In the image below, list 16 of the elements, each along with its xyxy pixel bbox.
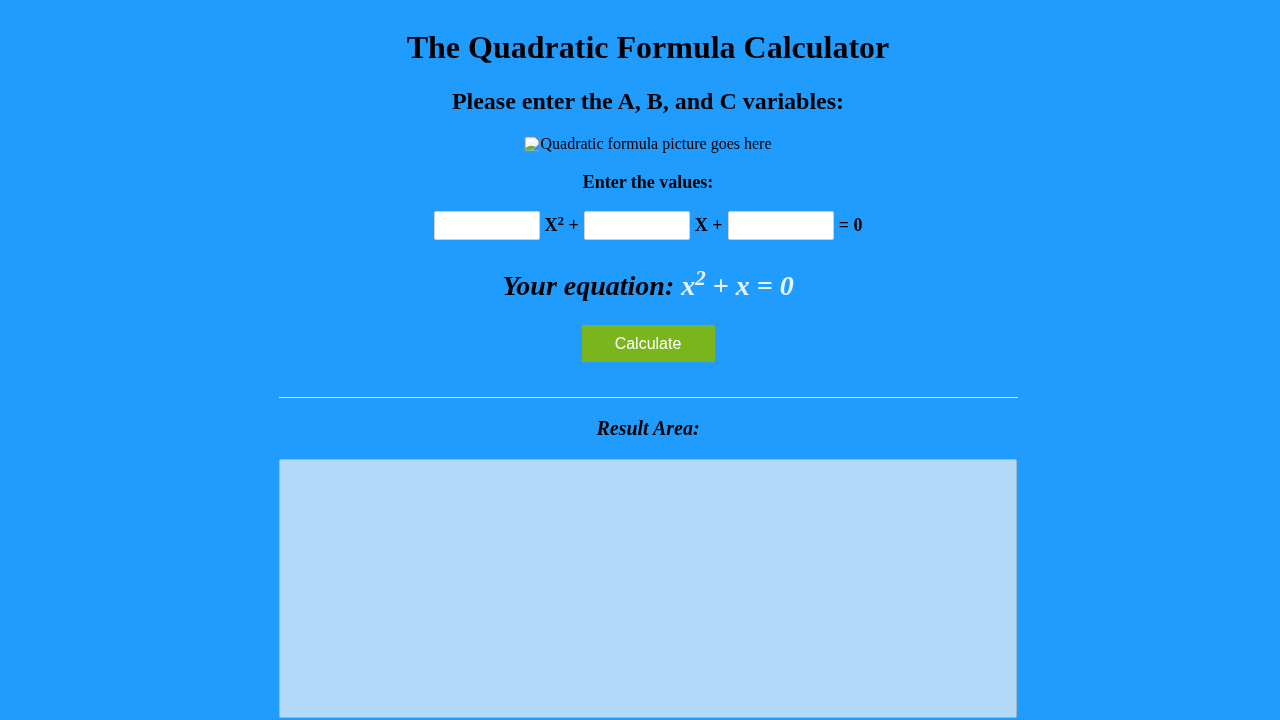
page-title: The Quadratic Formula Calculator [406, 29, 890, 66]
calculate-button[interactable]: Calculate [581, 325, 715, 362]
coefficient-input[interactable] [583, 211, 690, 240]
coefficient-input[interactable] [727, 211, 834, 240]
equation-value: x$^{2}$ + x = 0 [681, 270, 794, 302]
page-subtitle: Please enter the A, B, and C variables: [451, 87, 845, 115]
values-label: Enter the values: [582, 172, 714, 193]
coefficient-input[interactable] [433, 211, 540, 240]
equation-term: = 0 [838, 215, 863, 236]
equation-term: X + [694, 215, 723, 236]
result-field[interactable] [279, 459, 1017, 718]
equation-label: Your equation: [502, 270, 675, 302]
result-area-label: Result Area: [596, 417, 700, 440]
equation-term: X$^{2}$ + [544, 215, 579, 236]
broken-image-icon [524, 136, 541, 152]
image-alt-text: Quadratic formula picture goes here [540, 135, 772, 153]
